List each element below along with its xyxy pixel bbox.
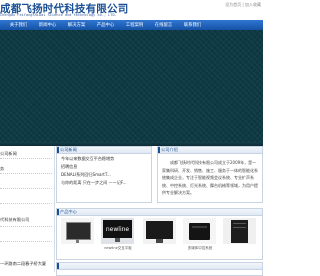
news-item[interactable]: 招聘信息 [61, 164, 77, 170]
news-item[interactable]: DENALI系列回归SmartT... [61, 172, 111, 178]
divider [0, 226, 52, 227]
product-image-display[interactable] [143, 218, 176, 244]
panel-stand [115, 238, 120, 242]
nav-item-contact[interactable]: 联系我们 [178, 22, 207, 28]
monitor-stand [76, 239, 79, 243]
news-panel: 公司新闻 今年以来数据交互平台稳增势 招聘信息 DENALI系列回归SmartT… [56, 146, 152, 203]
header: 成都飞扬时代科技有限公司 ChengDu FeiYangShiDai Scien… [0, 0, 263, 20]
monitor-shape [66, 222, 91, 240]
nav-item-news[interactable]: 新闻中心 [33, 22, 62, 28]
left-item-company: 代科技有限公司 [0, 217, 30, 222]
left-address: 一环路南二段春子桥大厦 [0, 261, 47, 266]
top-links[interactable]: 设为首页 | 加入收藏 [225, 2, 261, 8]
main-nav: 关于我们 新闻中心 解决方案 产品中心 工程案例 在线留言 联系我们 [0, 20, 263, 30]
panel-marker [57, 209, 59, 215]
product-image-rack[interactable] [223, 218, 256, 244]
product-caption[interactable]: 多媒体中控系统 [181, 246, 219, 251]
newline-brand: newline [105, 225, 130, 233]
panel-marker [57, 147, 59, 153]
nav-item-products[interactable]: 产品中心 [91, 22, 120, 28]
nav-item-cases[interactable]: 工程案例 [120, 22, 149, 28]
rack-slot [233, 223, 246, 224]
newline-screen: newline [103, 220, 132, 238]
products-panel-title: 产品中心 [60, 209, 77, 214]
controller-box [189, 223, 210, 240]
news-panel-header: 公司新闻 [57, 147, 151, 154]
controller-panel [192, 226, 207, 228]
about-panel: 公司介绍 成都飞扬时代科技有限公司成立于2009年，是一家集科研、开发、销售、施… [157, 146, 263, 203]
product-image-controller[interactable] [183, 218, 216, 244]
nav-item-about[interactable]: 关于我们 [4, 22, 33, 28]
about-panel-title: 公司介绍 [161, 147, 178, 152]
bottom-panel-header [57, 263, 262, 270]
divider [0, 173, 52, 174]
divider [0, 188, 52, 189]
rack-slot [233, 227, 246, 228]
display-base [156, 239, 163, 243]
bottom-panel [56, 262, 263, 276]
left-sidebar: 公司新闻 务 代科技有限公司 一环路南二段春子桥大厦 [0, 146, 55, 272]
news-item[interactable]: 与你的距离 只在一步之间 ——记F... [61, 180, 127, 186]
about-text: 成都飞扬时代科技有限公司成立于2009年，是一家集科研、开发、销售、施工、服务于… [162, 160, 258, 195]
divider [0, 203, 52, 204]
product-caption[interactable]: newline交互平板 [99, 246, 137, 251]
about-panel-header: 公司介绍 [158, 147, 262, 154]
news-panel-title: 公司新闻 [60, 147, 77, 152]
product-image-panel[interactable] [61, 218, 94, 244]
divider [0, 241, 52, 242]
nav-item-message[interactable]: 在线留言 [149, 22, 178, 28]
product-image-newline[interactable]: newline [101, 218, 134, 244]
nav-item-solutions[interactable]: 解决方案 [62, 22, 91, 28]
company-english-name: ChengDu FeiYangShiDai Science and techno… [0, 13, 117, 17]
news-item[interactable]: 今年以来数据交互平台稳增势 [61, 156, 114, 162]
products-panel: 产品中心 newline newline交互平板 多媒体中控系统 [56, 208, 263, 260]
display-shape [146, 221, 173, 239]
hero-banner [0, 30, 263, 142]
products-panel-header: 产品中心 [57, 209, 262, 216]
left-item-service[interactable]: 务 [0, 166, 4, 172]
panel-marker [158, 147, 160, 153]
divider [0, 158, 52, 159]
left-item-news[interactable]: 公司新闻 [0, 151, 17, 157]
panel-marker [57, 263, 59, 269]
